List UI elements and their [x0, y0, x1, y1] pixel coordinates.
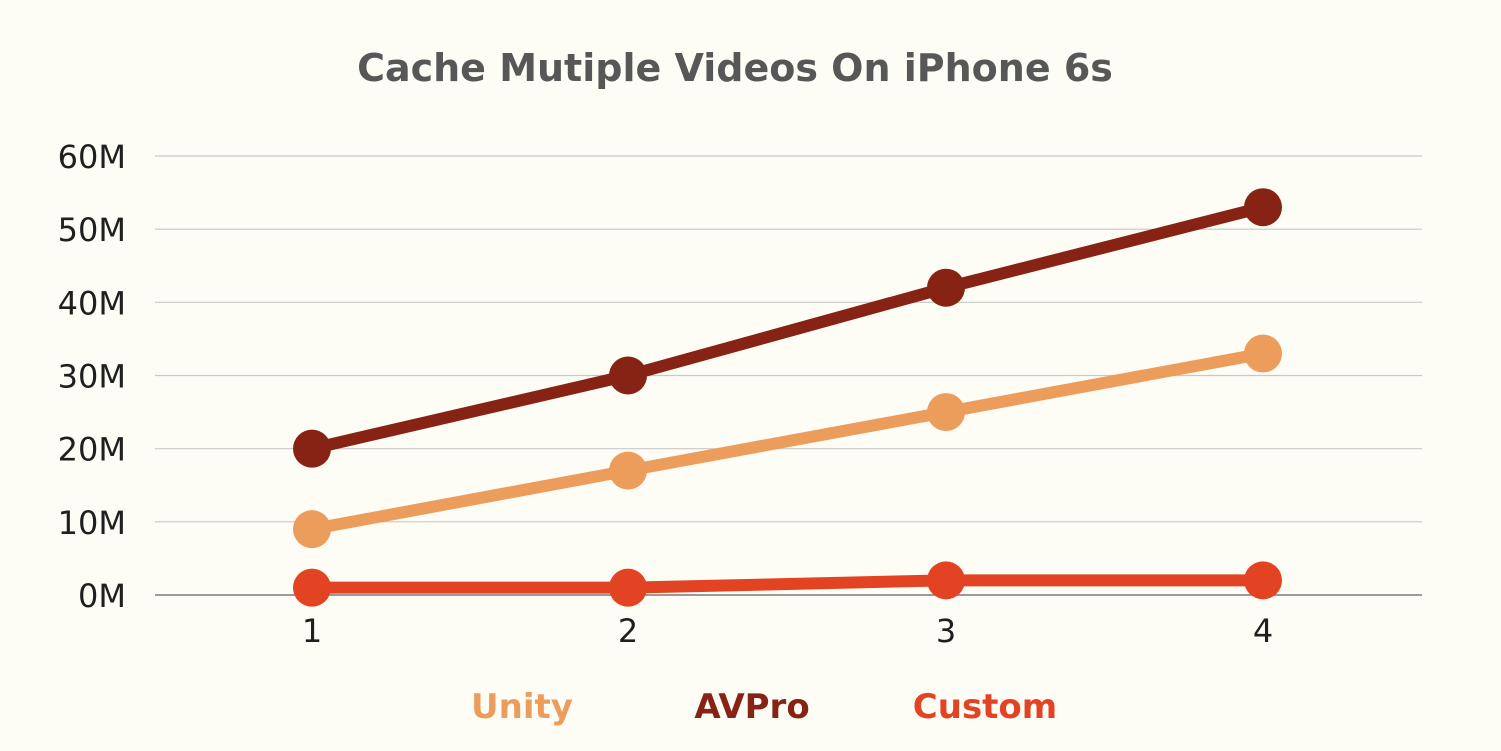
x-tick-label: 4 — [1253, 612, 1273, 650]
series-line-avpro — [306, 201, 1269, 455]
data-point-custom — [293, 568, 331, 607]
series-group — [293, 188, 1282, 607]
y-tick-label: 60M — [58, 138, 126, 176]
series-custom — [293, 561, 1282, 607]
x-axis-ticks: 1 2 3 4 — [302, 612, 1273, 650]
y-tick-label: 30M — [58, 358, 126, 396]
data-point-custom — [1244, 561, 1282, 600]
y-tick-label: 50M — [58, 211, 126, 249]
data-point-custom — [927, 561, 965, 600]
x-tick-label: 1 — [302, 612, 322, 650]
data-point-unity — [609, 451, 647, 490]
data-point-unity — [293, 510, 331, 549]
series-unity — [293, 334, 1282, 549]
series-avpro — [293, 188, 1282, 468]
data-point-avpro — [927, 268, 965, 307]
data-point-unity — [927, 393, 965, 432]
y-tick-label: 20M — [58, 431, 126, 469]
legend-item-unity: Unity — [471, 687, 573, 727]
series-line-custom — [306, 574, 1269, 594]
x-tick-label: 2 — [618, 612, 638, 650]
y-tick-label: 40M — [58, 284, 126, 322]
line-chart: Cache Mutiple Videos On iPhone 6s 0M 10M 2… — [58, 46, 1422, 727]
y-tick-label: 10M — [58, 504, 126, 542]
y-tick-label: 0M — [78, 577, 126, 615]
series-line-unity — [306, 347, 1269, 536]
legend-item-custom: Custom — [913, 687, 1057, 727]
data-point-avpro — [609, 356, 647, 395]
data-point-custom — [609, 568, 647, 607]
chart-title: Cache Mutiple Videos On iPhone 6s — [357, 46, 1113, 90]
legend-item-avpro: AVPro — [694, 687, 809, 727]
legend: Unity AVPro Custom — [471, 687, 1057, 727]
gridlines — [155, 155, 1422, 596]
data-point-avpro — [293, 429, 331, 468]
data-point-avpro — [1244, 188, 1282, 227]
x-tick-label: 3 — [936, 612, 956, 650]
data-point-unity — [1244, 334, 1282, 373]
y-axis-ticks: 0M 10M 20M 30M 40M 50M 60M — [58, 138, 126, 615]
